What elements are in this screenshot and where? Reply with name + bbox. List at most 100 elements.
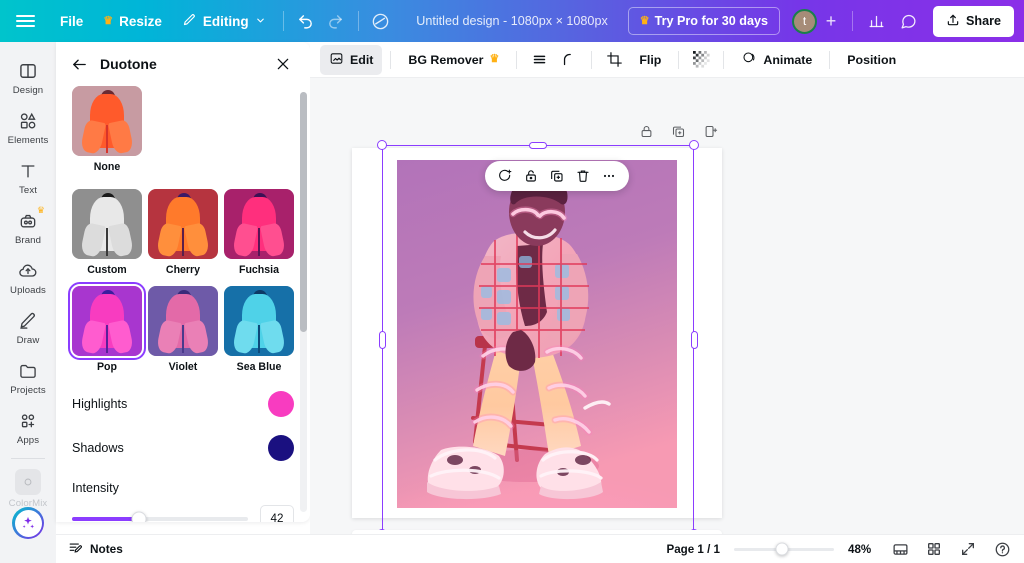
trash-icon[interactable] xyxy=(571,164,595,188)
hamburger-menu-icon[interactable] xyxy=(0,11,50,30)
pencil-icon xyxy=(182,12,197,30)
lock-icon[interactable] xyxy=(637,122,655,140)
image-editing-toolbar: Edit BG Remover ♛ Flip Animate Position xyxy=(310,42,1024,78)
toolbar-divider xyxy=(282,11,284,31)
editing-mode-button[interactable]: Editing xyxy=(172,6,276,36)
duotone-photo-image[interactable] xyxy=(397,160,677,508)
crown-icon-brand: ♛ xyxy=(36,205,45,215)
sidebar-item-draw[interactable]: Draw xyxy=(2,302,54,352)
brand-kit-icon xyxy=(17,210,39,232)
resize-handle-left[interactable] xyxy=(379,331,386,349)
position-button[interactable]: Position xyxy=(838,47,905,73)
resize-handle-top[interactable] xyxy=(529,142,547,149)
zoom-slider-track[interactable] xyxy=(734,542,834,556)
cloud-saved-icon[interactable] xyxy=(366,6,396,36)
avatar[interactable]: t xyxy=(791,8,817,34)
crop-icon[interactable] xyxy=(600,47,628,73)
transparency-checker-icon[interactable] xyxy=(687,47,715,73)
duotone-preset-none[interactable]: None xyxy=(72,86,142,173)
insights-chart-icon[interactable] xyxy=(862,6,892,36)
sidebar-item-elements[interactable]: Elements xyxy=(2,102,54,152)
sidebar-item-design[interactable]: Design xyxy=(2,52,54,102)
highlights-color-swatch[interactable] xyxy=(268,391,294,417)
duotone-preset-violet[interactable]: Violet xyxy=(148,286,218,373)
duotone-preset-cherry[interactable]: Cherry xyxy=(148,189,218,276)
duotone-preset-label-cherry: Cherry xyxy=(165,264,201,276)
elements-shapes-icon xyxy=(17,110,39,132)
duotone-preset-pop[interactable]: Pop xyxy=(68,282,146,373)
projects-folder-icon xyxy=(17,360,39,382)
back-arrow-icon[interactable] xyxy=(66,51,92,77)
adjust-lines-icon[interactable] xyxy=(525,47,553,73)
zoom-slider-knob[interactable] xyxy=(775,542,789,556)
duotone-thumb-violet xyxy=(148,286,218,356)
bg-remover-button[interactable]: BG Remover ♛ xyxy=(399,47,508,73)
duotone-thumb-cherry xyxy=(148,189,218,259)
zoom-percentage[interactable]: 48% xyxy=(848,543,876,556)
close-x-icon[interactable] xyxy=(270,51,296,77)
duotone-preset-row-0: None xyxy=(72,86,294,183)
intensity-slider-knob[interactable] xyxy=(131,511,147,522)
help-question-icon[interactable] xyxy=(992,539,1012,559)
redo-icon[interactable] xyxy=(321,6,351,36)
resize-handle-top-right[interactable] xyxy=(689,140,699,150)
duplicate-icon[interactable] xyxy=(545,164,569,188)
resize-label: Resize xyxy=(119,13,162,29)
highlights-label: Highlights xyxy=(72,397,128,411)
intensity-slider-row: 42 xyxy=(72,505,294,522)
fullscreen-expand-icon[interactable] xyxy=(958,539,978,559)
resize-button[interactable]: ♛ Resize xyxy=(93,8,172,35)
sidebar-item-label-projects: Projects xyxy=(10,385,46,396)
crown-icon: ♛ xyxy=(103,14,114,27)
magic-edit-icon[interactable] xyxy=(493,164,517,188)
magic-sparkle-icon[interactable] xyxy=(12,507,44,539)
flip-label: Flip xyxy=(639,52,662,67)
comment-bubble-icon[interactable] xyxy=(894,6,924,36)
more-options-icon[interactable] xyxy=(597,164,621,188)
duotone-panel-header: Duotone xyxy=(56,42,310,86)
design-page[interactable] xyxy=(352,148,722,518)
sidebar-item-uploads[interactable]: Uploads xyxy=(2,252,54,302)
design-layout-icon xyxy=(17,60,39,82)
sidebar-item-brand[interactable]: ♛ Brand xyxy=(2,202,54,252)
uploads-cloud-icon xyxy=(17,260,39,282)
duotone-preset-custom[interactable]: Custom xyxy=(72,189,142,276)
sidebar-item-text[interactable]: Text xyxy=(2,152,54,202)
grid-thumbnails-icon[interactable] xyxy=(924,539,944,559)
unlock-icon[interactable] xyxy=(519,164,543,188)
etoolbar-divider-3 xyxy=(591,50,593,69)
resize-handle-top-left[interactable] xyxy=(377,140,387,150)
panel-scrollbar-thumb[interactable] xyxy=(300,92,307,332)
shadows-color-swatch[interactable] xyxy=(268,435,294,461)
share-upload-icon xyxy=(946,13,960,30)
sidebar-item-label-uploads: Uploads xyxy=(10,285,46,296)
edit-image-button[interactable]: Edit xyxy=(320,44,383,75)
flip-button[interactable]: Flip xyxy=(630,47,670,73)
duotone-preset-fuchsia[interactable]: Fuchsia xyxy=(224,189,294,276)
page-view-icon[interactable] xyxy=(890,539,910,559)
notes-button[interactable]: Notes xyxy=(68,540,123,558)
animate-button[interactable]: Animate xyxy=(732,44,821,75)
topbar-right-group: ♛ Try Pro for 30 days t + Share xyxy=(627,5,1024,37)
try-pro-button[interactable]: ♛ Try Pro for 30 days xyxy=(627,7,780,35)
sidebar-item-projects[interactable]: Projects xyxy=(2,352,54,402)
file-menu-button[interactable]: File xyxy=(50,8,93,35)
duotone-preset-sea-blue[interactable]: Sea Blue xyxy=(224,286,294,373)
duotone-panel-title: Duotone xyxy=(100,56,157,72)
intensity-slider-fill xyxy=(72,516,139,521)
undo-icon[interactable] xyxy=(291,6,321,36)
duplicate-page-icon[interactable] xyxy=(669,122,687,140)
share-button[interactable]: Share xyxy=(932,5,1014,37)
panel-scrollbar[interactable] xyxy=(300,92,307,512)
duotone-preset-label-sea-blue: Sea Blue xyxy=(236,361,282,373)
intensity-slider-track[interactable] xyxy=(72,511,248,522)
resize-handle-right[interactable] xyxy=(691,331,698,349)
sidebar-item-apps[interactable]: Apps xyxy=(2,402,54,452)
add-page-icon[interactable] xyxy=(701,122,719,140)
editor-canvas-area: Edit BG Remover ♛ Flip Animate Position xyxy=(310,42,1024,563)
sidebar-item-label-text: Text xyxy=(19,185,37,196)
curve-arc-icon[interactable] xyxy=(555,47,583,73)
invite-members-button[interactable]: + xyxy=(819,9,843,33)
duotone-thumb-fuchsia xyxy=(224,189,294,259)
intensity-value-input[interactable]: 42 xyxy=(260,505,294,522)
